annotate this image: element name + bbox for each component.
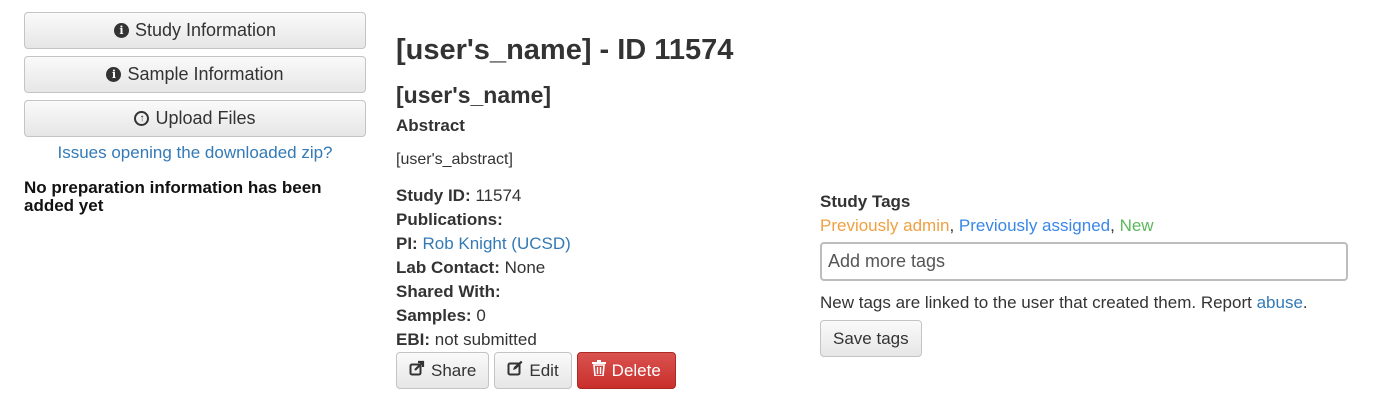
upload-files-button[interactable]: ↑ Upload Files [24, 100, 366, 137]
ebi-label: EBI: [396, 330, 430, 349]
study-name: [user's_name] [396, 82, 552, 108]
lab-contact-value: None [504, 258, 546, 277]
zip-issues-link[interactable]: Issues opening the downloaded zip? [24, 143, 366, 163]
page-title: [user's_name] - ID 11574 [396, 34, 734, 66]
share-label: Share [431, 360, 477, 380]
samples-label: Samples: [396, 306, 472, 325]
share-button[interactable]: Share [396, 352, 490, 389]
no-preparation-message: No preparation information has been adde… [24, 178, 322, 215]
publications-field: Publications: [396, 208, 836, 232]
ebi-value: not submitted [434, 330, 537, 349]
sidebar: i Study Information i Sample Information… [24, 12, 366, 215]
tag-previously-assigned[interactable]: Previously assigned [959, 216, 1110, 235]
publications-label: Publications: [396, 210, 503, 229]
edit-button[interactable]: Edit [494, 352, 572, 389]
study-tags-heading: Study Tags [820, 192, 911, 211]
study-information-label: Study Information [134, 20, 277, 40]
study-information-button[interactable]: i Study Information [24, 12, 366, 49]
study-actions: Share Edit Delete [396, 352, 836, 389]
tag-previously-admin[interactable]: Previously admin [820, 216, 949, 235]
pi-field: PI: Rob Knight (UCSD) [396, 232, 836, 256]
trash-icon [591, 360, 606, 381]
delete-button[interactable]: Delete [576, 352, 676, 389]
tags-note: New tags are linked to the user that cre… [820, 293, 1308, 312]
tag-new[interactable]: New [1120, 216, 1154, 235]
study-tags-panel: Study Tags Previously admin, Previously … [820, 192, 1350, 357]
pi-link[interactable]: Rob Knight (UCSD) [422, 234, 570, 253]
lab-contact-label: Lab Contact: [396, 258, 500, 277]
upload-files-label: Upload Files [155, 108, 256, 128]
tags-note-text: New tags are linked to the user that cre… [820, 293, 1252, 312]
info-icon: i [113, 23, 129, 38]
shared-with-label: Shared With: [396, 282, 501, 301]
share-icon [409, 360, 425, 381]
study-id-field: Study ID: 11574 [396, 184, 836, 208]
abstract-heading: Abstract [396, 116, 465, 135]
samples-field: Samples: 0 [396, 304, 836, 328]
sample-information-button[interactable]: i Sample Information [24, 56, 366, 93]
save-tags-button[interactable]: Save tags [820, 320, 922, 357]
info-icon: i [106, 67, 122, 82]
shared-with-field: Shared With: [396, 280, 836, 304]
study-id-label: Study ID: [396, 186, 471, 205]
samples-value: 0 [476, 306, 486, 325]
study-details: [user's_name] - ID 11574 [user's_name] A… [396, 30, 836, 389]
lab-contact-field: Lab Contact: None [396, 256, 836, 280]
abstract-text: [user's_abstract] [396, 151, 513, 168]
ebi-field: EBI: not submitted [396, 328, 836, 352]
pi-label: PI: [396, 234, 418, 253]
tag-list: Previously admin, Previously assigned, N… [820, 216, 1154, 235]
upload-circle-icon: ↑ [134, 111, 150, 126]
study-id-value: 11574 [475, 186, 522, 205]
delete-label: Delete [611, 360, 661, 380]
edit-icon [507, 360, 523, 381]
edit-label: Edit [529, 360, 559, 380]
add-tags-input[interactable] [820, 242, 1348, 281]
sample-information-label: Sample Information [127, 64, 284, 84]
study-fields: Study ID: 11574 Publications: PI: Rob Kn… [396, 184, 836, 352]
report-abuse-link[interactable]: abuse [1257, 293, 1303, 312]
